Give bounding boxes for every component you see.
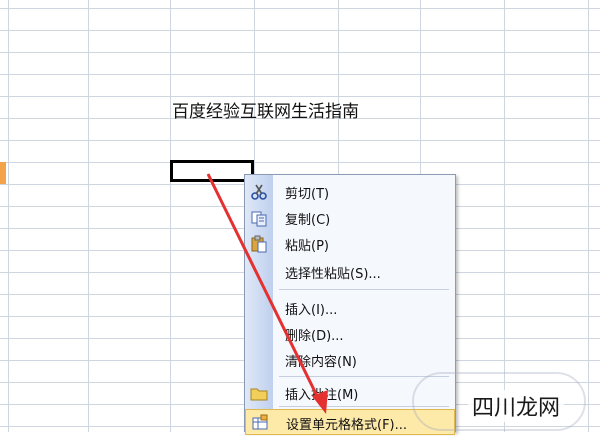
active-cell[interactable]: [170, 160, 254, 182]
menu-item-label: 插入批注(M): [285, 388, 359, 403]
menu-item-cut[interactable]: 剪切(T): [245, 179, 455, 205]
grid-line: [0, 8, 600, 9]
menu-item-label: 删除(D)...: [285, 329, 344, 344]
grid-line: [88, 0, 89, 432]
menu-item-copy[interactable]: 复制(C): [245, 205, 455, 231]
copy-icon: [250, 209, 268, 227]
menu-item-paste-special[interactable]: 选择性粘贴(S)...: [245, 259, 455, 285]
menu-item-label: 插入(I)...: [285, 303, 338, 318]
format-cells-icon: [251, 414, 269, 432]
scissors-icon: [250, 183, 268, 201]
paste-icon: [250, 235, 268, 253]
grid-line: [0, 162, 600, 163]
grid-line: [0, 74, 600, 75]
menu-item-insert[interactable]: 插入(I)...: [245, 295, 455, 321]
menu-item-paste[interactable]: 粘贴(P): [245, 231, 455, 257]
menu-item-clear-contents[interactable]: 清除内容(N): [245, 347, 455, 373]
row-header-marker: [0, 162, 6, 184]
cell-text[interactable]: 百度经验互联网生活指南: [172, 97, 359, 122]
menu-separator: [279, 289, 449, 290]
menu-item-label: 清除内容(N): [285, 355, 357, 370]
watermark-text: 四川龙网: [468, 390, 565, 422]
grid-line: [0, 30, 600, 31]
folder-icon: [250, 384, 268, 402]
menu-item-label: 剪切(T): [285, 187, 330, 202]
grid-line: [8, 0, 9, 432]
menu-item-label: 选择性粘贴(S)...: [285, 267, 381, 282]
menu-item-label: 粘贴(P): [285, 239, 329, 254]
grid-line: [0, 140, 600, 141]
grid-line: [588, 0, 589, 432]
menu-item-delete[interactable]: 删除(D)...: [245, 321, 455, 347]
grid-line: [0, 52, 600, 53]
grid-line: [504, 0, 505, 432]
grid-line: [170, 0, 171, 432]
menu-item-label: 复制(C): [285, 213, 331, 228]
menu-item-label: 设置单元格格式(F)...: [286, 418, 408, 433]
